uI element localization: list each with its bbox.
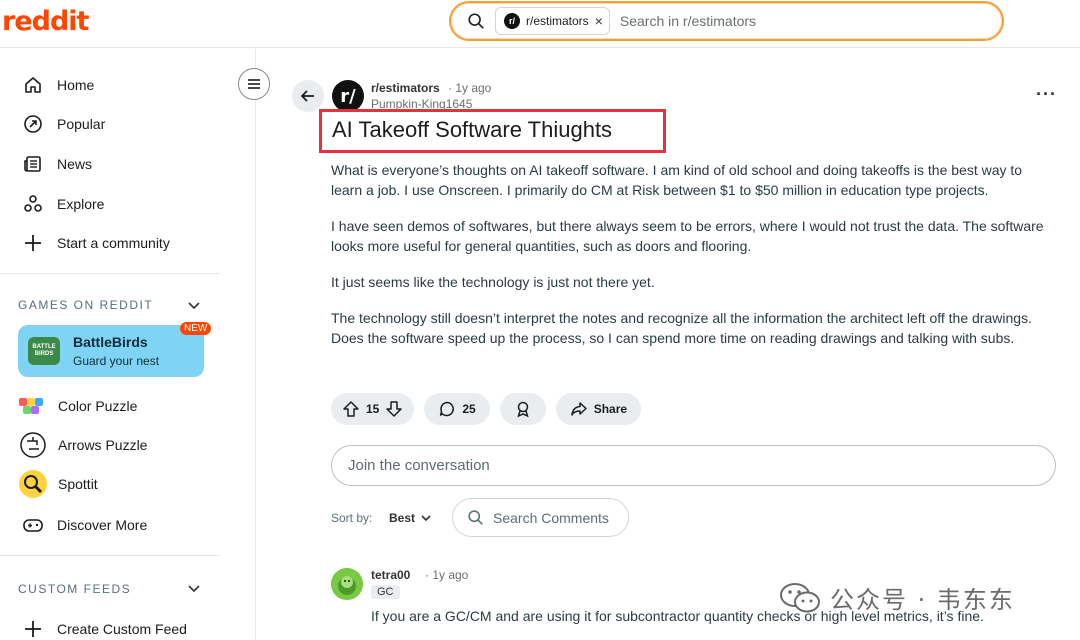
downvote-icon[interactable]	[385, 400, 403, 418]
comment-input[interactable]	[348, 457, 1028, 474]
explore-icon	[22, 193, 44, 215]
sidebar-item-create-feed[interactable]: Create Custom Feed	[22, 618, 187, 640]
sidebar-item-label: Start a community	[57, 235, 170, 251]
gamepad-icon	[22, 514, 44, 536]
post-actions: 15 25 Share	[331, 393, 651, 425]
post-paragraph: What is everyone’s thoughts on AI takeof…	[331, 162, 1023, 198]
sidebar-item-discover-more[interactable]: Discover More	[22, 514, 147, 536]
chevron-down-icon[interactable]	[187, 582, 201, 596]
sidebar-item-label: Discover More	[57, 517, 148, 533]
comment-count: 25	[462, 402, 476, 416]
sidebar-item-spottit[interactable]: Spottit	[18, 470, 98, 498]
sidebar-item-label: Home	[57, 77, 95, 93]
vote-control: 15	[331, 393, 415, 425]
post-timestamp: · 1y ago	[448, 81, 492, 95]
upvote-icon[interactable]	[342, 400, 360, 418]
search-input[interactable]	[619, 13, 920, 29]
games-section-title: GAMES ON REDDIT	[18, 298, 154, 312]
vote-count: 15	[366, 402, 380, 416]
sidebar-item-label: Arrows Puzzle	[58, 437, 148, 453]
sidebar-item-arrows-puzzle[interactable]: Arrows Puzzle	[18, 431, 147, 459]
avatar[interactable]	[331, 568, 363, 600]
wechat-icon	[780, 582, 820, 612]
spottit-icon	[18, 470, 48, 498]
search-icon	[468, 510, 483, 525]
chevron-down-icon	[421, 515, 431, 522]
share-button[interactable]: Share	[555, 393, 642, 425]
plus-icon	[22, 232, 44, 254]
featured-game-card[interactable]: BATTLE BIRDS BattleBirds Guard your nest	[18, 325, 204, 377]
new-badge: NEW	[180, 322, 212, 335]
watermark-text: 公众号 · 韦东东	[830, 586, 1015, 614]
sidebar-item-label: Explore	[57, 196, 105, 212]
back-button[interactable]	[292, 80, 324, 112]
subreddit-chip-avatar: r/	[504, 13, 520, 29]
battlebirds-icon: BATTLE BIRDS	[28, 337, 60, 365]
hamburger-icon	[248, 79, 260, 89]
sort-value: Best	[389, 511, 416, 525]
post-paragraph: It just seems like the technology is jus…	[331, 274, 655, 290]
award-icon	[517, 401, 529, 418]
post-paragraph: I have seen demos of softwares, but ther…	[331, 218, 1044, 254]
post-paragraph: The technology still doesn’t interpret t…	[331, 310, 1032, 346]
chevron-down-icon[interactable]	[187, 299, 201, 313]
search-bar[interactable]: r/ r/estimators ×	[449, 1, 1004, 41]
share-label: Share	[593, 402, 628, 416]
arrows-puzzle-icon	[18, 431, 48, 459]
sidebar-item-popular[interactable]: Popular	[22, 113, 105, 135]
user-flair: GC	[371, 585, 400, 599]
post-title: AI Takeoff Software Thiughts	[332, 117, 613, 142]
menu-toggle-button[interactable]	[238, 68, 270, 100]
sidebar-item-label: News	[57, 156, 93, 172]
featured-game-subtitle: Guard your nest	[73, 354, 160, 368]
sort-dropdown[interactable]: Best	[389, 511, 432, 525]
post-body: What is everyone’s thoughts on AI takeof…	[331, 160, 1056, 364]
sidebar-item-label: Popular	[57, 116, 106, 132]
sidebar-item-label: Color Puzzle	[58, 398, 138, 414]
sidebar-divider	[0, 273, 220, 274]
subreddit-search-chip[interactable]: r/ r/estimators ×	[495, 7, 610, 35]
subreddit-chip-label: r/estimators	[526, 14, 589, 28]
reddit-logo[interactable]: reddit	[2, 6, 89, 37]
more-options-button[interactable]: ···	[1036, 84, 1057, 105]
snoo-avatar-icon	[331, 568, 363, 600]
comment-timestamp: · 1y ago	[425, 568, 469, 582]
comments-button[interactable]: 25	[424, 393, 490, 425]
sidebar-divider	[0, 555, 220, 556]
featured-game-title: BattleBirds	[73, 334, 148, 350]
comment-author[interactable]: tetra00	[371, 568, 410, 582]
close-icon[interactable]: ×	[595, 13, 603, 29]
top-bar: reddit r/ r/estimators ×	[0, 0, 1080, 48]
join-conversation-field[interactable]	[331, 445, 1056, 486]
home-icon	[22, 74, 44, 96]
search-comments-label: Search Comments	[493, 509, 609, 526]
custom-feeds-title: CUSTOM FEEDS	[18, 582, 132, 596]
comment-icon	[440, 401, 455, 417]
sort-label: Sort by:	[331, 511, 373, 525]
sidebar-item-explore[interactable]: Explore	[22, 193, 104, 215]
plus-icon	[22, 618, 44, 640]
left-sidebar: Home Popular News Explore Start a commun…	[0, 49, 256, 640]
wechat-watermark: 公众号 · 韦东东	[778, 580, 1015, 615]
sidebar-item-color-puzzle[interactable]: Color Puzzle	[18, 392, 137, 420]
sidebar-item-start-community[interactable]: Start a community	[22, 232, 170, 254]
arrow-left-icon	[300, 90, 314, 102]
search-comments-button[interactable]: Search Comments	[452, 498, 629, 537]
popular-icon	[22, 113, 44, 135]
subreddit-link[interactable]: r/estimators	[371, 81, 440, 95]
subreddit-avatar[interactable]: r/	[332, 80, 364, 112]
sidebar-item-label: Spottit	[58, 476, 98, 492]
share-icon	[570, 402, 587, 416]
color-puzzle-icon	[18, 392, 48, 420]
news-icon	[22, 153, 44, 175]
sidebar-item-home[interactable]: Home	[22, 74, 94, 96]
award-button[interactable]	[499, 393, 546, 425]
search-icon	[468, 13, 484, 29]
sidebar-item-news[interactable]: News	[22, 153, 92, 175]
sidebar-item-label: Create Custom Feed	[57, 621, 187, 637]
